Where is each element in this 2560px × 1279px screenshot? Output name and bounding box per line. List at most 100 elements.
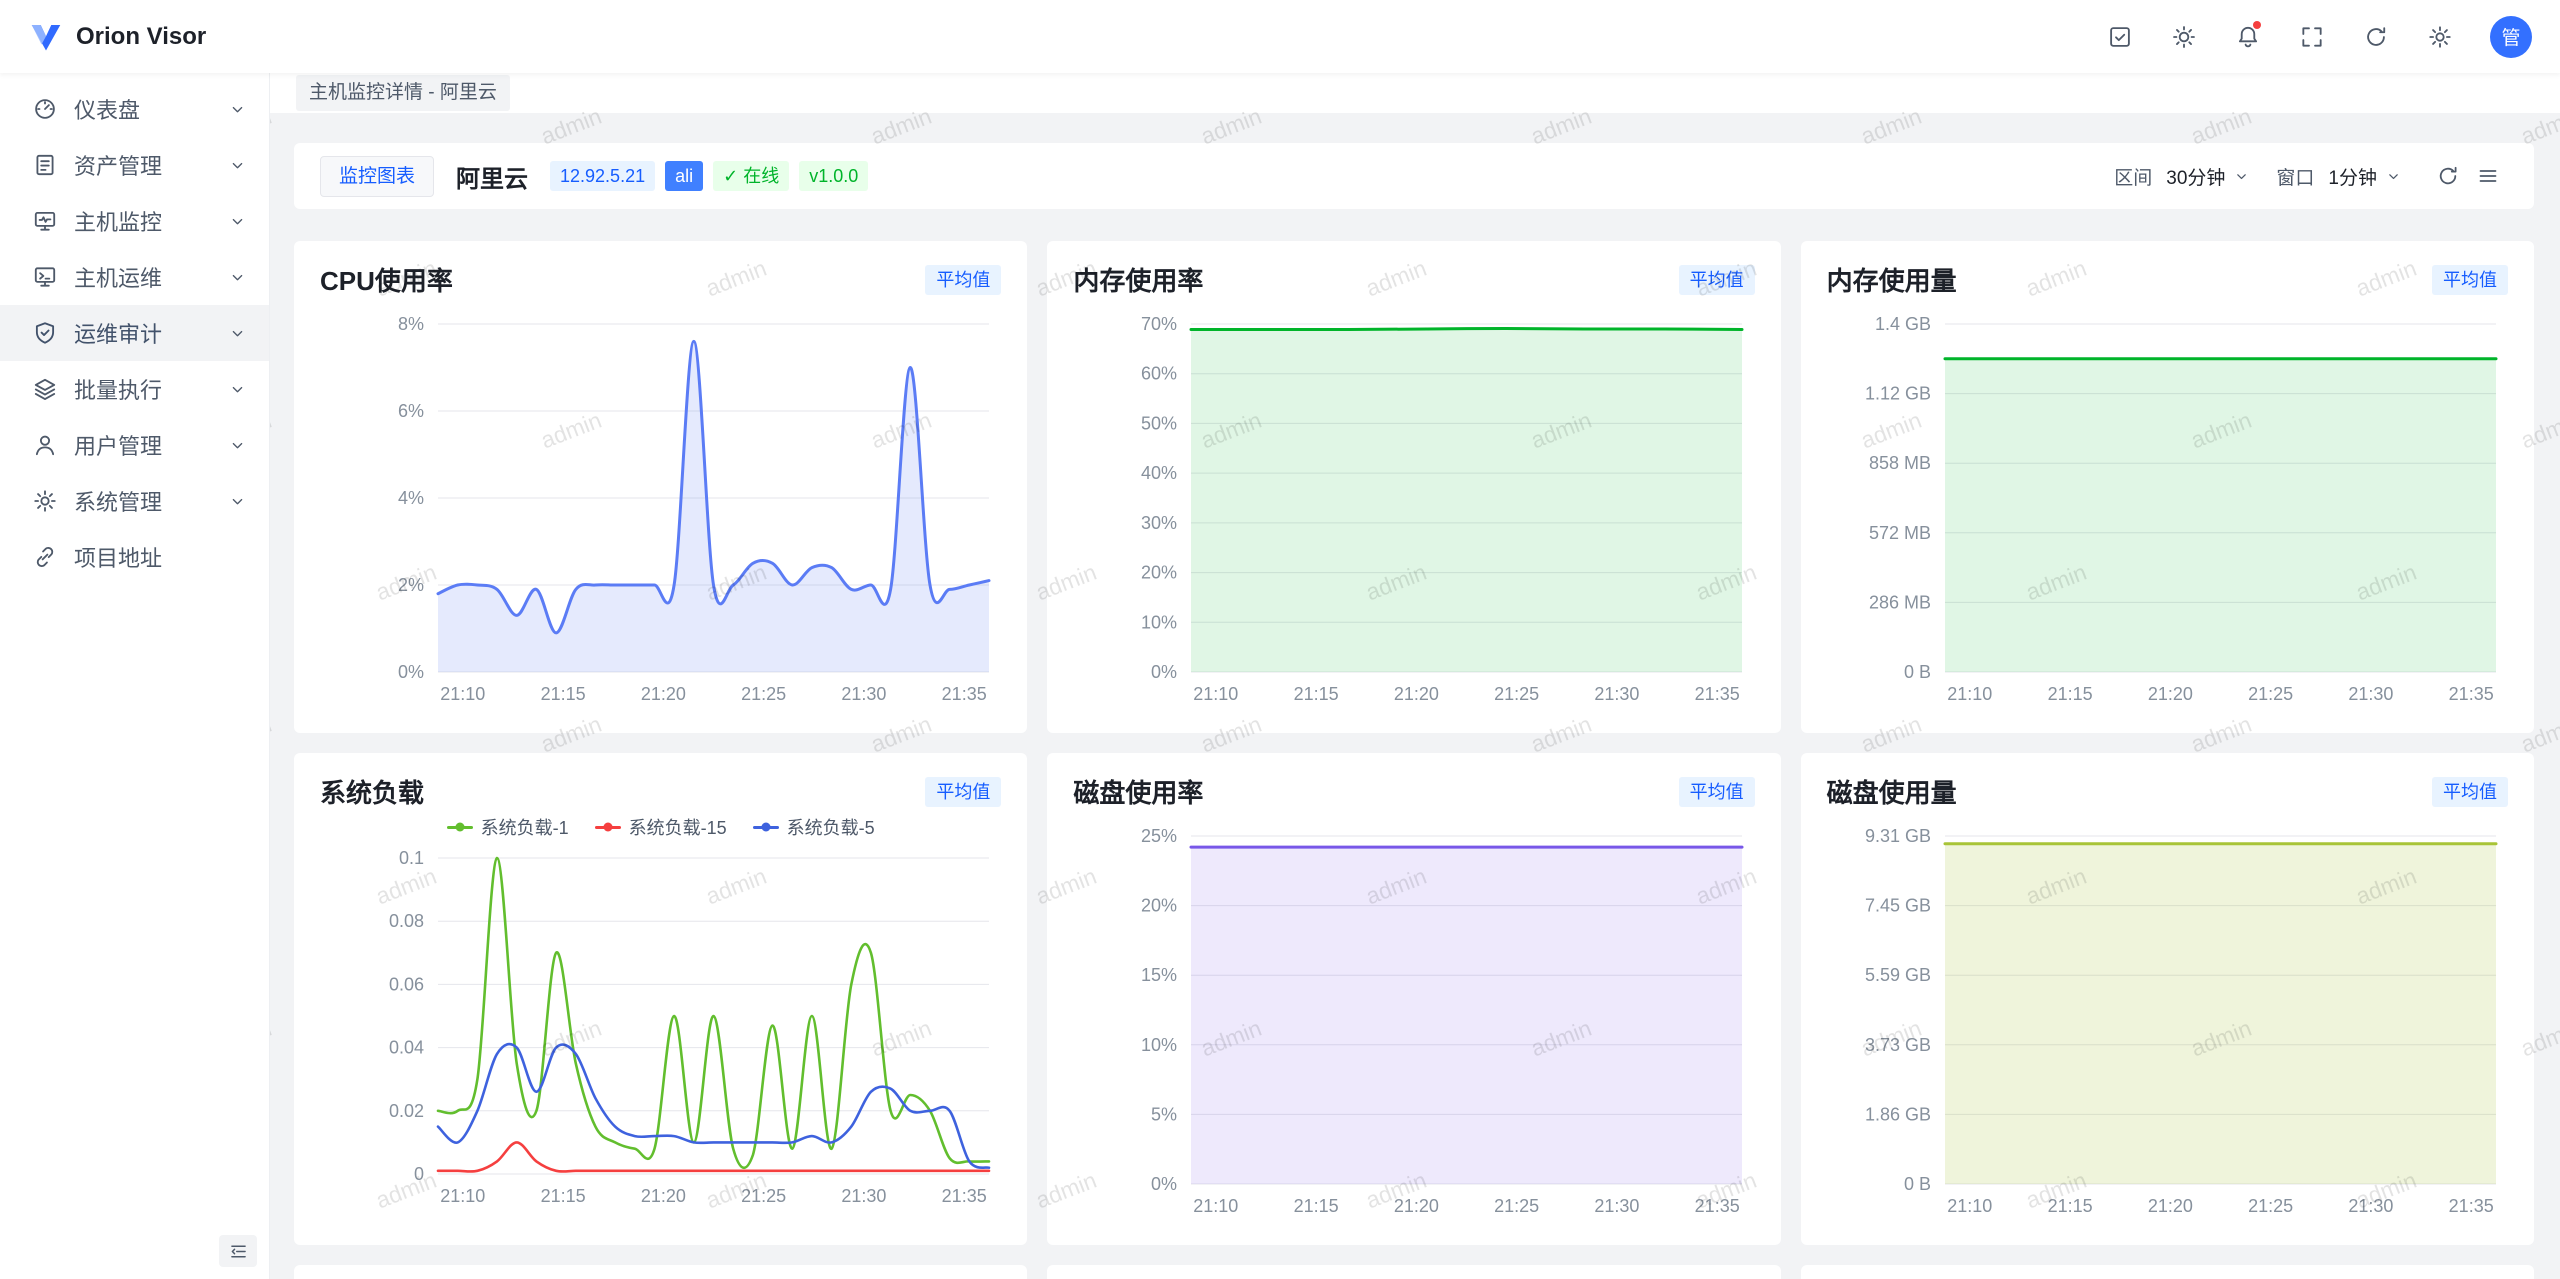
window-label: 窗口 [2276, 163, 2314, 190]
chart-canvas: 00.020.040.060.080.121:1021:1521:2021:25… [320, 842, 1001, 1210]
avg-badge[interactable]: 平均值 [1679, 265, 1755, 295]
sidebar-item-batch-exec[interactable]: 批量执行 [0, 361, 269, 417]
avg-badge[interactable]: 平均值 [2432, 265, 2508, 295]
host-tags: 12.92.5.21ali✓ 在线v1.0.0 [550, 161, 868, 191]
svg-text:9.31 GB: 9.31 GB [1865, 826, 1931, 846]
chart-card-1: 内存使用率平均值0%10%20%30%40%50%60%70%21:1021:1… [1047, 241, 1780, 733]
refresh-icon[interactable] [2356, 17, 2396, 57]
user-avatar[interactable]: 管 [2490, 16, 2532, 58]
legend-item[interactable]: 系统负载-1 [447, 814, 569, 840]
chart-card-4: 磁盘使用率平均值0%5%10%15%20%25%21:1021:1521:202… [1047, 753, 1780, 1245]
fullscreen-icon[interactable] [2292, 17, 2332, 57]
svg-text:21:35: 21:35 [1695, 684, 1740, 704]
svg-text:21:10: 21:10 [1947, 684, 1992, 704]
host-tag: 12.92.5.21 [550, 161, 655, 191]
svg-text:0.08: 0.08 [389, 911, 424, 931]
svg-text:0%: 0% [1151, 1174, 1177, 1194]
svg-text:21:20: 21:20 [641, 684, 686, 704]
svg-text:21:25: 21:25 [2248, 684, 2293, 704]
theme-icon[interactable] [2164, 17, 2204, 57]
audit-icon [32, 320, 58, 346]
svg-text:50%: 50% [1141, 413, 1177, 433]
sidebar-item-label: 资产管理 [74, 149, 228, 181]
svg-text:21:30: 21:30 [2348, 684, 2393, 704]
host-tag: ✓ 在线 [713, 161, 789, 191]
chart-canvas: 0%5%10%15%20%25%21:1021:1521:2021:2521:3… [1073, 820, 1754, 1220]
chevron-down-icon [228, 100, 247, 119]
chart-canvas: 0 B1.86 GB3.73 GB5.59 GB7.45 GB9.31 GB21… [1827, 820, 2508, 1220]
window-select[interactable]: 1分钟 [2324, 157, 2406, 196]
svg-text:21:30: 21:30 [841, 1186, 886, 1206]
sidebar-item-label: 运维审计 [74, 317, 228, 349]
svg-text:15%: 15% [1141, 965, 1177, 985]
svg-text:21:35: 21:35 [1695, 1196, 1740, 1216]
sidebar-item-dashboard[interactable]: 仪表盘 [0, 81, 269, 137]
svg-text:21:25: 21:25 [741, 1186, 786, 1206]
avg-badge[interactable]: 平均值 [2432, 777, 2508, 807]
svg-text:30%: 30% [1141, 513, 1177, 533]
chart-card-header: 内存使用率平均值 [1073, 261, 1754, 298]
svg-text:21:25: 21:25 [741, 684, 786, 704]
collapse-sidebar-button[interactable] [219, 1235, 257, 1267]
svg-text:21:10: 21:10 [440, 684, 485, 704]
svg-text:21:15: 21:15 [2047, 1196, 2092, 1216]
sidebar-item-project-link[interactable]: 项目地址 [0, 529, 269, 585]
host-tag: v1.0.0 [799, 161, 868, 191]
sidebar-item-system-mgmt[interactable]: 系统管理 [0, 473, 269, 529]
svg-text:0%: 0% [1151, 662, 1177, 682]
monitor-chart-button[interactable]: 监控图表 [320, 156, 434, 197]
breadcrumb: 主机监控详情 - 阿里云 [270, 73, 2560, 113]
refresh-icon[interactable] [2428, 156, 2468, 196]
svg-text:21:35: 21:35 [942, 684, 987, 704]
svg-text:21:10: 21:10 [1947, 1196, 1992, 1216]
legend-item[interactable]: 系统负载-15 [595, 814, 727, 840]
svg-text:1.4 GB: 1.4 GB [1875, 314, 1931, 334]
avg-badge[interactable]: 平均值 [925, 265, 1001, 295]
svg-text:572 MB: 572 MB [1869, 523, 1931, 543]
system-icon [32, 488, 58, 514]
logo-icon [28, 19, 64, 55]
sidebar-item-host-monitor[interactable]: 主机监控 [0, 193, 269, 249]
sidebar-item-host-ops[interactable]: 主机运维 [0, 249, 269, 305]
list-icon[interactable] [2468, 156, 2508, 196]
avg-badge[interactable]: 平均值 [925, 777, 1001, 807]
sidebar-item-label: 用户管理 [74, 429, 228, 461]
legend-item[interactable]: 系统负载-5 [753, 814, 875, 840]
svg-text:1.86 GB: 1.86 GB [1865, 1104, 1931, 1124]
sidebar-menu: 仪表盘资产管理主机监控主机运维运维审计批量执行用户管理系统管理项目地址 [0, 81, 269, 585]
app-shell: 仪表盘资产管理主机监控主机运维运维审计批量执行用户管理系统管理项目地址 主机监控… [0, 73, 2560, 1279]
sidebar-item-ops-audit[interactable]: 运维审计 [0, 305, 269, 361]
host-toolbar: 监控图表 阿里云 12.92.5.21ali✓ 在线v1.0.0 区间 30分钟… [294, 143, 2534, 209]
svg-text:6%: 6% [398, 401, 424, 421]
settings-icon[interactable] [2420, 17, 2460, 57]
todo-icon[interactable] [2100, 17, 2140, 57]
svg-text:21:15: 21:15 [541, 684, 586, 704]
notification-badge [2253, 21, 2261, 29]
chart-card-partial [1047, 1265, 1780, 1279]
interval-label: 区间 [2114, 163, 2152, 190]
sidebar-item-user-mgmt[interactable]: 用户管理 [0, 417, 269, 473]
chevron-down-icon [228, 380, 247, 399]
notifications-icon[interactable] [2228, 17, 2268, 57]
users-icon [32, 432, 58, 458]
interval-value: 30分钟 [2166, 163, 2225, 190]
svg-text:858 MB: 858 MB [1869, 453, 1931, 473]
chart-card-3: 系统负载平均值系统负载-1系统负载-15系统负载-500.020.040.060… [294, 753, 1027, 1245]
app-logo: Orion Visor [28, 19, 206, 55]
svg-text:21:20: 21:20 [2148, 1196, 2193, 1216]
chart-card-header: CPU使用率平均值 [320, 261, 1001, 298]
chart-plot: 0 B286 MB572 MB858 MB1.12 GB1.4 GB21:102… [1827, 308, 2508, 708]
breadcrumb-item[interactable]: 主机监控详情 - 阿里云 [296, 75, 510, 112]
sidebar-item-label: 仪表盘 [74, 93, 228, 125]
avg-badge[interactable]: 平均值 [1679, 777, 1755, 807]
chevron-down-icon [228, 156, 247, 175]
chart-plot: 0 B1.86 GB3.73 GB5.59 GB7.45 GB9.31 GB21… [1827, 820, 2508, 1220]
sidebar-item-label: 项目地址 [74, 541, 247, 573]
chart-plot: 0%10%20%30%40%50%60%70%21:1021:1521:2021… [1073, 308, 1754, 708]
sidebar-item-assets[interactable]: 资产管理 [0, 137, 269, 193]
chart-canvas: 0%2%4%6%8%21:1021:1521:2021:2521:3021:35 [320, 308, 1001, 708]
svg-text:21:35: 21:35 [2448, 684, 2493, 704]
legend-marker-icon [595, 826, 621, 829]
interval-select[interactable]: 30分钟 [2162, 157, 2254, 196]
chevron-down-icon [2385, 168, 2402, 185]
